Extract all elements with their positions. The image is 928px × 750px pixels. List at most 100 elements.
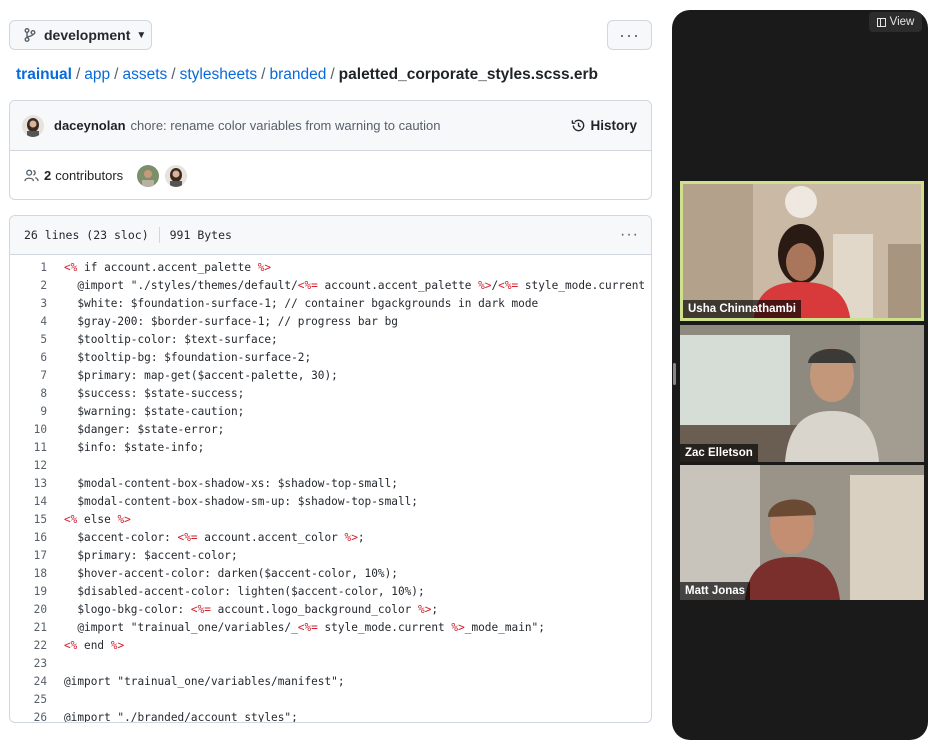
line-content: $modal-content-box-shadow-sm-up: $shadow…	[64, 494, 418, 508]
line-number[interactable]: 17	[10, 549, 47, 562]
line-content: @import "trainual_one/variables/manifest…	[64, 674, 345, 688]
file-size: 991 Bytes	[169, 228, 232, 242]
line-number[interactable]: 11	[10, 441, 47, 454]
code-line: 21 @import "trainual_one/variables/_<%= …	[10, 618, 651, 636]
code-line: 23	[10, 654, 651, 672]
code-line: 15 <% else %>	[10, 510, 651, 528]
line-number[interactable]: 25	[10, 693, 47, 706]
line-number[interactable]: 26	[10, 711, 47, 723]
more-options-button[interactable]: ···	[607, 20, 652, 50]
line-content: @import "./branded/account_styles";	[64, 710, 298, 723]
line-number[interactable]: 9	[10, 405, 47, 418]
line-number[interactable]: 21	[10, 621, 47, 634]
line-number[interactable]: 10	[10, 423, 47, 436]
line-content: $primary: $accent-color;	[64, 548, 238, 562]
line-number[interactable]: 22	[10, 639, 47, 652]
breadcrumb-file: paletted_corporate_styles.scss.erb	[338, 66, 598, 83]
line-count: 26 lines (23 sloc)	[24, 228, 149, 242]
line-content: $success: $state-success;	[64, 386, 245, 400]
line-content: @import "trainual_one/variables/_<%= sty…	[64, 620, 545, 634]
participant-name: Usha Chinnathambi	[683, 300, 801, 318]
code-line: 11 $info: $state-info;	[10, 438, 651, 456]
line-number[interactable]: 12	[10, 459, 47, 472]
view-label: View	[889, 16, 915, 28]
line-number[interactable]: 3	[10, 297, 47, 310]
line-number[interactable]: 16	[10, 531, 47, 544]
contributors-count[interactable]: 2	[44, 168, 51, 183]
line-number[interactable]: 15	[10, 513, 47, 526]
commit-author-link[interactable]: daceynolan	[54, 118, 126, 133]
breadcrumb-separator: /	[75, 66, 81, 83]
breadcrumb-stylesheets[interactable]: stylesheets	[180, 66, 258, 83]
contributor-avatar[interactable]	[137, 164, 160, 187]
contributors-row: 2 contributors	[10, 151, 651, 199]
commit-message-link[interactable]: chore: rename color variables from warni…	[131, 118, 441, 133]
code-line: 2 @import "./styles/themes/default/<%= a…	[10, 276, 651, 294]
view-button[interactable]: View	[869, 12, 922, 32]
line-number[interactable]: 1	[10, 261, 47, 274]
breadcrumb-root[interactable]: trainual	[16, 66, 72, 83]
code-line: 4 $gray-200: $border-surface-1; // progr…	[10, 312, 651, 330]
breadcrumb-app[interactable]: app	[84, 66, 110, 83]
breadcrumb: trainual / app / assets / stylesheets / branded /…	[16, 66, 598, 84]
line-number[interactable]: 8	[10, 387, 47, 400]
panel-resize-handle[interactable]	[673, 363, 676, 385]
breadcrumb-separator: /	[114, 66, 119, 83]
participant-tile-zac[interactable]: Zac Elletson	[680, 325, 924, 462]
line-number[interactable]: 20	[10, 603, 47, 616]
participant-tile-usha[interactable]: Usha Chinnathambi	[680, 181, 924, 321]
code-line: 20 $logo-bkg-color: <%= account.logo_bac…	[10, 600, 651, 618]
code-line: 25	[10, 690, 651, 708]
participant-tile-matt[interactable]: Matt Jonas	[680, 465, 924, 600]
breadcrumb-branded[interactable]: branded	[269, 66, 326, 83]
file-header: 26 lines (23 sloc) 991 Bytes ···	[10, 216, 651, 255]
code-line: 1 <% if account.accent_palette %>	[10, 258, 651, 276]
code-line: 10 $danger: $state-error;	[10, 420, 651, 438]
participant-name: Matt Jonas	[680, 582, 751, 600]
contributor-avatar[interactable]	[165, 164, 188, 187]
code-line: 6 $tooltip-bg: $foundation-surface-2;	[10, 348, 651, 366]
code-line: 8 $success: $state-success;	[10, 384, 651, 402]
history-label: History	[590, 118, 637, 133]
line-number[interactable]: 18	[10, 567, 47, 580]
line-content: $accent-color: <%= account.accent_color …	[64, 530, 365, 544]
line-number[interactable]: 5	[10, 333, 47, 346]
code-line: 9 $warning: $state-caution;	[10, 402, 651, 420]
code-lines: 1 <% if account.accent_palette %> 2 @impor…	[10, 255, 651, 723]
line-content: <% if account.accent_palette %>	[64, 260, 272, 274]
line-number[interactable]: 19	[10, 585, 47, 598]
line-number[interactable]: 13	[10, 477, 47, 490]
line-number[interactable]: 4	[10, 315, 47, 328]
line-number[interactable]: 2	[10, 279, 47, 292]
author-avatar[interactable]	[22, 114, 44, 137]
line-content: $modal-content-box-shadow-xs: $shadow-to…	[64, 476, 398, 490]
line-number[interactable]: 24	[10, 675, 47, 688]
code-line: 12	[10, 456, 651, 474]
contributor-avatars	[137, 164, 188, 187]
line-content: $primary: map-get($accent-palette, 30);	[64, 368, 338, 382]
file-options-button[interactable]: ···	[620, 226, 639, 244]
line-content: $disabled-accent-color: lighten($accent-…	[64, 584, 425, 598]
code-line: 3 $white: $foundation-surface-1; // cont…	[10, 294, 651, 312]
history-icon	[572, 119, 585, 132]
history-button[interactable]: History	[571, 118, 637, 133]
divider	[158, 227, 160, 243]
video-feed	[680, 325, 924, 462]
breadcrumb-assets[interactable]: assets	[122, 66, 167, 83]
branch-selector[interactable]: development ▼	[9, 20, 152, 50]
view-grid-icon	[876, 17, 886, 27]
line-content: $gray-200: $border-surface-1; // progres…	[64, 314, 398, 328]
line-number[interactable]: 14	[10, 495, 47, 508]
code-line: 13 $modal-content-box-shadow-xs: $shadow…	[10, 474, 651, 492]
breadcrumb-separator: /	[330, 66, 335, 83]
code-line: 24 @import "trainual_one/variables/manife…	[10, 672, 651, 690]
line-content: $tooltip-color: $text-surface;	[64, 332, 278, 346]
contributors-label[interactable]: contributors	[55, 168, 123, 183]
line-content: $tooltip-bg: $foundation-surface-2;	[64, 350, 312, 364]
line-number[interactable]: 7	[10, 369, 47, 382]
code-line: 22 <% end %>	[10, 636, 651, 654]
line-number[interactable]: 23	[10, 657, 47, 670]
breadcrumb-separator: /	[171, 66, 176, 83]
line-content: <% else %>	[64, 512, 131, 526]
line-number[interactable]: 6	[10, 351, 47, 364]
